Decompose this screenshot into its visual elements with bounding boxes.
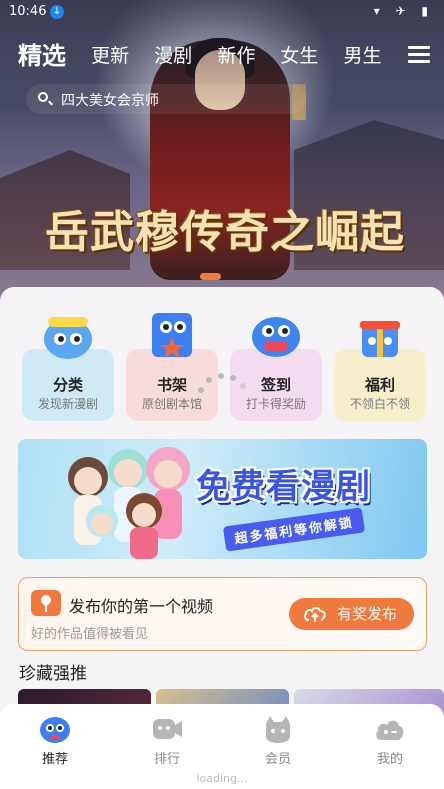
quick-entry-checkin[interactable]: 签到 打卡得奖励 — [230, 311, 322, 421]
promo-banner[interactable]: 免费看漫剧 超多福利等你解锁 — [18, 439, 427, 559]
tab-featured[interactable]: 精选 — [18, 36, 66, 76]
entry-subtitle: 发现新漫剧 — [37, 397, 98, 411]
bookshelf-mascot-icon — [152, 313, 192, 358]
promo-ribbon: 超多福利等你解锁 — [222, 507, 366, 552]
tab-updates[interactable]: 更新 — [91, 36, 129, 76]
top-tabs: 精选 更新 漫剧 新作 女生 男生 — [18, 36, 398, 76]
nav-label: 推荐 — [41, 752, 68, 767]
main-content: 分类 发现新漫剧 书架 原创剧本馆 签到 打卡得奖励 福利 不领白不领 免费看漫… — [0, 287, 444, 729]
section-title: 珍藏强推 — [19, 664, 87, 684]
status-icons: ▾ ✈ ▮ — [373, 4, 434, 18]
nav-label: 会员 — [264, 752, 291, 767]
search-bar[interactable]: 四大美女会京师 — [26, 84, 306, 114]
nav-member[interactable]: 会员 — [243, 714, 313, 774]
publish-button[interactable]: 有奖发布 — [289, 598, 414, 630]
publish-subtitle: 好的作品值得被看见 — [31, 627, 149, 642]
publish-button-label: 有奖发布 — [337, 605, 398, 623]
loading-text: loading... — [196, 772, 248, 785]
ranking-icon — [153, 719, 182, 739]
checkin-mascot-icon — [252, 317, 300, 357]
gift-mascot-icon — [360, 321, 400, 357]
nav-label: 排行 — [153, 752, 180, 767]
quick-entry-bookshelf[interactable]: 书架 原创剧本馆 — [126, 311, 218, 421]
entry-subtitle: 不领白不领 — [349, 397, 410, 411]
flower-icon — [31, 590, 61, 616]
search-icon — [38, 92, 48, 102]
publish-card: 发布你的第一个视频 好的作品值得被看见 有奖发布 — [18, 577, 427, 651]
nav-profile[interactable]: 我的 — [355, 714, 425, 774]
entry-subtitle: 打卡得奖励 — [245, 397, 306, 411]
tab-female[interactable]: 女生 — [280, 36, 318, 76]
entry-label: 福利 — [364, 376, 395, 394]
promo-title: 免费看漫剧 — [196, 467, 371, 507]
download-icon: ↓ — [50, 5, 64, 19]
menu-icon[interactable] — [408, 44, 430, 64]
blue-mascot-icon — [44, 317, 92, 359]
tab-male[interactable]: 男生 — [344, 36, 382, 76]
nav-recommend[interactable]: 推荐 — [20, 714, 90, 774]
status-bar: 10:46 ↓ ▾ ✈ ▮ — [0, 0, 444, 24]
nav-label: 我的 — [376, 752, 403, 767]
tab-new[interactable]: 新作 — [217, 36, 255, 76]
banner-title: 岳武穆传奇之崛起 — [45, 207, 405, 258]
carousel-indicator — [200, 273, 221, 280]
quick-entry-category[interactable]: 分类 发现新漫剧 — [22, 311, 114, 421]
profile-cloud-icon — [376, 720, 404, 740]
entry-label: 分类 — [52, 376, 83, 394]
quick-entry-welfare[interactable]: 福利 不领白不领 — [334, 311, 426, 421]
status-time: 10:46 — [9, 4, 47, 19]
loading-spinner — [198, 371, 248, 395]
recommend-mascot-icon — [40, 717, 70, 743]
member-cat-icon — [266, 716, 290, 743]
entry-subtitle: 原创剧本馆 — [141, 397, 202, 411]
upload-cloud-icon — [304, 607, 326, 622]
tab-comic-drama[interactable]: 漫剧 — [154, 36, 192, 76]
publish-title: 发布你的第一个视频 — [69, 597, 214, 616]
nav-ranking[interactable]: 排行 — [132, 714, 202, 774]
search-placeholder: 四大美女会京师 — [61, 93, 159, 109]
